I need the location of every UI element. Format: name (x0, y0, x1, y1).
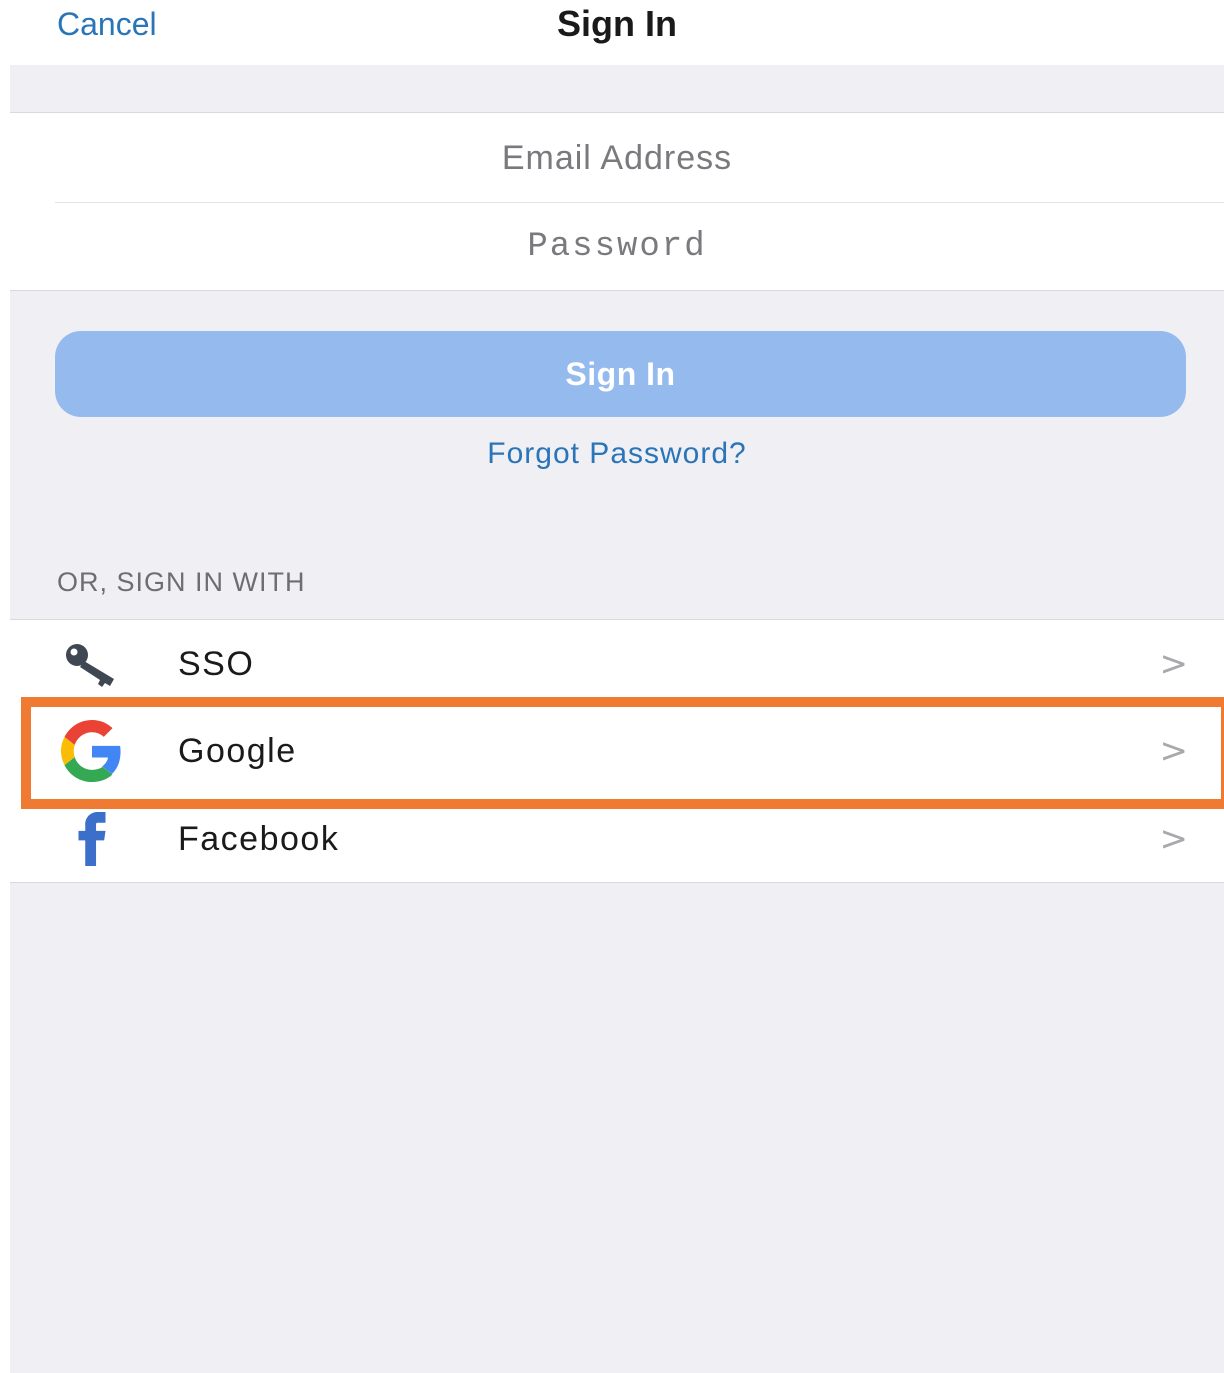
provider-google[interactable]: Google > (10, 707, 1224, 795)
cancel-button[interactable]: Cancel (57, 4, 157, 44)
email-row (10, 114, 1224, 202)
provider-label: SSO (178, 645, 255, 683)
provider-facebook[interactable]: Facebook > (10, 795, 1224, 883)
top-spacer (10, 65, 1224, 113)
password-row (10, 203, 1224, 291)
navigation-bar: Cancel Sign In (10, 0, 1224, 65)
forgot-password-link[interactable]: Forgot Password? (487, 437, 746, 470)
forgot-password-row: Forgot Password? (10, 434, 1224, 474)
bottom-spacer (10, 883, 1224, 1373)
facebook-icon (60, 809, 124, 869)
section-header: OR, SIGN IN WITH (57, 567, 306, 597)
sign-in-button[interactable]: Sign In (55, 331, 1186, 417)
key-icon (60, 634, 124, 694)
page-title: Sign In (557, 3, 677, 44)
sign-in-screen: Cancel Sign In Sign In Forgot Password? … (10, 0, 1224, 1373)
chevron-right-icon: > (1159, 731, 1189, 771)
provider-sso[interactable]: SSO > (10, 619, 1224, 707)
provider-label: Google (178, 732, 297, 770)
chevron-right-icon: > (1159, 644, 1189, 684)
google-icon (60, 720, 124, 782)
password-field[interactable] (10, 203, 1224, 291)
chevron-right-icon: > (1159, 819, 1189, 859)
email-field[interactable] (10, 114, 1224, 202)
provider-label: Facebook (178, 820, 340, 858)
